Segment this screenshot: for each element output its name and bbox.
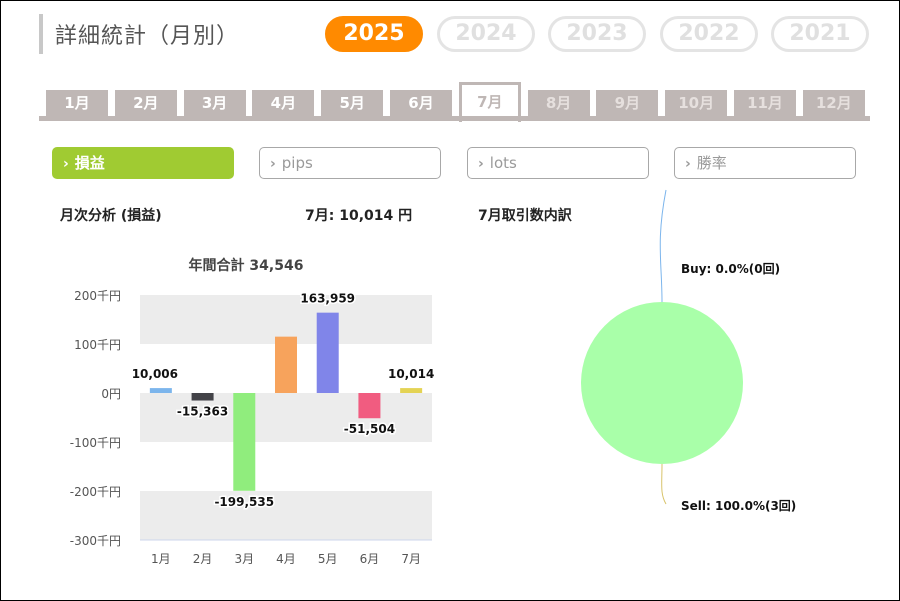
x-tick-label: 1月: [151, 552, 171, 566]
x-tick-label: 5月: [318, 552, 338, 566]
data-label-3: -199,535: [214, 495, 274, 509]
y-tick-label: -100千円: [70, 436, 121, 450]
bar-chart-title: 年間合計 34,546: [189, 257, 304, 274]
data-label-6: -51,504: [344, 422, 395, 436]
data-label-5: 163,959: [300, 292, 355, 306]
x-tick-label: 6月: [360, 552, 380, 566]
y-tick-label: 100千円: [74, 338, 121, 352]
bar-5: [316, 312, 339, 393]
bar-6: [358, 393, 381, 419]
bar-7: [400, 388, 423, 393]
x-tick-label: 2月: [193, 552, 213, 566]
grid-band: [140, 491, 432, 540]
data-label-7: 10,014: [388, 367, 434, 381]
bar-1: [149, 388, 172, 393]
data-label-2: -15,363: [177, 405, 228, 419]
pie-slice-sell: [581, 302, 743, 464]
y-tick-label: -200千円: [70, 485, 121, 499]
y-tick-label: 200千円: [74, 289, 121, 303]
charts-canvas: 年間合計 34,546 200千円 100千円 0円 -100千円 -200千円 -300千…: [70, 189, 796, 566]
y-tick-label: -300千円: [70, 534, 121, 548]
x-tick-label: 7月: [401, 552, 421, 566]
pie-label-buy: Buy: 0.0%(0回): [681, 262, 780, 276]
data-label-1: 10,006: [132, 367, 178, 381]
connector-sell: [661, 463, 667, 505]
bar-2: [191, 393, 214, 401]
y-tick-label: 0円: [101, 387, 121, 401]
bar-4: [275, 336, 297, 393]
connector-buy: [659, 189, 667, 303]
x-tick-label: 4月: [276, 552, 296, 566]
bar-3: [233, 393, 256, 491]
x-tick-label: 3月: [234, 552, 254, 566]
pie-label-sell: Sell: 100.0%(3回): [681, 499, 796, 513]
